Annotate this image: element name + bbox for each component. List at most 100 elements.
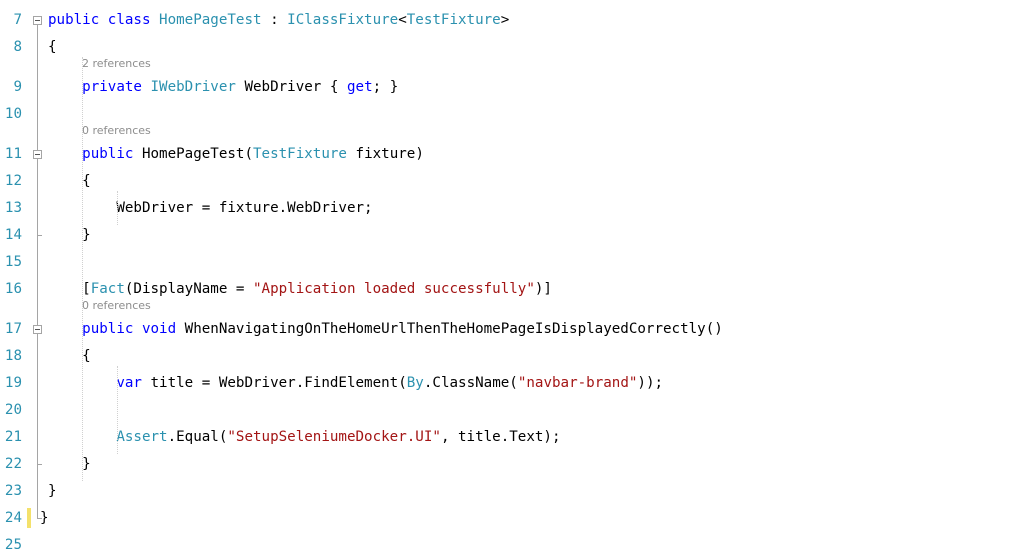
codelens-hint[interactable]: 0 references bbox=[0, 124, 1024, 137]
codelens-label[interactable]: 2 references bbox=[82, 57, 151, 70]
code-line[interactable]: 14 } bbox=[0, 218, 1024, 245]
code-line[interactable]: 20 bbox=[0, 393, 1024, 420]
codelens-hint[interactable]: 2 references bbox=[0, 57, 1024, 70]
code-token: } bbox=[48, 483, 57, 499]
codelens-hint[interactable]: 0 references bbox=[0, 299, 1024, 312]
code-text: [Fact(DisplayName = "Application loaded … bbox=[48, 279, 552, 299]
code-token: > bbox=[500, 12, 510, 28]
codelens-label[interactable]: 0 references bbox=[82, 299, 151, 312]
code-token: (DisplayName = bbox=[124, 281, 254, 297]
code-token: TestFixture bbox=[406, 12, 501, 28]
line-number: 7 bbox=[13, 12, 22, 28]
code-token: "SetupSeleniumeDocker.UI" bbox=[227, 429, 441, 445]
code-token: ; } bbox=[372, 79, 399, 95]
line-number: 24 bbox=[4, 510, 22, 526]
line-number: 12 bbox=[4, 173, 22, 189]
code-text: public void WhenNavigatingOnTheHomeUrlTh… bbox=[48, 319, 723, 339]
code-token: HomePageTest( bbox=[141, 146, 254, 162]
code-token: HomePageTest bbox=[159, 12, 262, 28]
code-line[interactable]: 15 bbox=[0, 245, 1024, 272]
code-token: TestFixture bbox=[253, 146, 347, 162]
line-number: 17 bbox=[4, 321, 22, 337]
code-line[interactable]: 22 } bbox=[0, 447, 1024, 474]
code-editor[interactable]: 1 reference7public class HomePageTest : … bbox=[0, 0, 1024, 555]
codelens-text: 0 references bbox=[48, 299, 151, 312]
line-number: 19 bbox=[4, 375, 22, 391]
line-number: 13 bbox=[4, 200, 22, 216]
code-token: WebDriver { bbox=[235, 79, 347, 95]
code-token: < bbox=[398, 12, 407, 28]
line-number: 22 bbox=[4, 456, 22, 472]
code-token: By bbox=[406, 375, 424, 391]
code-token: Fact bbox=[90, 281, 125, 297]
codelens-text: 0 references bbox=[48, 124, 151, 137]
code-token: [ bbox=[48, 281, 91, 297]
indent-guide bbox=[117, 191, 118, 225]
code-token: .ClassName( bbox=[423, 375, 518, 391]
outline-end bbox=[37, 464, 42, 465]
code-token: )] bbox=[534, 281, 552, 297]
line-number: 18 bbox=[4, 348, 22, 364]
code-text: Assert.Equal("SetupSeleniumeDocker.UI", … bbox=[48, 427, 560, 447]
code-line[interactable]: 18 { bbox=[0, 339, 1024, 366]
code-text: public HomePageTest(TestFixture fixture) bbox=[48, 144, 424, 164]
code-line[interactable]: 13 WebDriver = fixture.WebDriver; bbox=[0, 191, 1024, 218]
code-line[interactable]: 7 public class HomePageTest : IClassFixtu… bbox=[0, 3, 1024, 30]
code-text: private IWebDriver WebDriver { get; } bbox=[48, 77, 398, 97]
code-token: } bbox=[48, 456, 91, 472]
code-token: )); bbox=[637, 375, 664, 391]
code-text: } bbox=[48, 225, 91, 245]
code-token: "Application loaded successfully" bbox=[253, 281, 535, 297]
line-number: 14 bbox=[4, 227, 22, 243]
code-token: get bbox=[346, 79, 373, 95]
code-text: { bbox=[48, 171, 91, 191]
code-text: } bbox=[48, 454, 91, 474]
indent-guide bbox=[117, 366, 118, 454]
code-line[interactable]: 12 { bbox=[0, 164, 1024, 191]
collapse-toggle-icon[interactable] bbox=[33, 325, 42, 334]
code-line[interactable]: 10 bbox=[0, 97, 1024, 124]
line-number: 9 bbox=[13, 79, 22, 95]
code-token: { bbox=[48, 39, 57, 55]
outline-end bbox=[37, 518, 42, 519]
code-token: fixture) bbox=[346, 146, 424, 162]
outline-line bbox=[37, 334, 38, 464]
indent-guide bbox=[82, 57, 83, 481]
code-line[interactable]: 11 public HomePageTest(TestFixture fixtu… bbox=[0, 137, 1024, 164]
code-token: } bbox=[48, 227, 91, 243]
collapse-toggle-icon[interactable] bbox=[33, 150, 42, 159]
code-line[interactable]: 8{ bbox=[0, 30, 1024, 57]
line-number: 21 bbox=[4, 429, 22, 445]
collapse-toggle-icon[interactable] bbox=[33, 16, 42, 25]
code-text: var title = WebDriver.FindElement(By.Cla… bbox=[48, 373, 663, 393]
code-line[interactable]: 17 public void WhenNavigatingOnTheHomeUr… bbox=[0, 312, 1024, 339]
code-text: { bbox=[48, 37, 57, 57]
code-line[interactable]: 21 Assert.Equal("SetupSeleniumeDocker.UI… bbox=[0, 420, 1024, 447]
code-token: private bbox=[82, 79, 151, 95]
code-line[interactable]: 19 var title = WebDriver.FindElement(By.… bbox=[0, 366, 1024, 393]
code-token: { bbox=[48, 348, 91, 364]
code-line[interactable]: 23} bbox=[0, 474, 1024, 501]
code-token: "navbar-brand" bbox=[517, 375, 638, 391]
line-number: 10 bbox=[4, 106, 22, 122]
code-line[interactable]: 9 private IWebDriver WebDriver { get; } bbox=[0, 70, 1024, 97]
code-token: IClassFixture bbox=[287, 12, 399, 28]
code-token: : bbox=[261, 12, 288, 28]
line-number: 16 bbox=[4, 281, 22, 297]
line-number: 8 bbox=[13, 39, 22, 55]
code-line[interactable]: 25 bbox=[0, 528, 1024, 555]
line-number: 11 bbox=[4, 146, 22, 162]
code-token: var bbox=[116, 375, 151, 391]
code-line[interactable]: 24} bbox=[0, 501, 1024, 528]
line-number: 25 bbox=[4, 537, 22, 553]
codelens-label[interactable]: 0 references bbox=[82, 124, 151, 137]
code-text: } bbox=[48, 481, 57, 501]
line-number: 23 bbox=[4, 483, 22, 499]
code-line[interactable]: 16 [Fact(DisplayName = "Application load… bbox=[0, 272, 1024, 299]
code-text: public class HomePageTest : IClassFixtur… bbox=[48, 10, 509, 30]
codelens-text: 2 references bbox=[48, 57, 151, 70]
code-token: public class bbox=[48, 12, 160, 28]
code-token: WebDriver = fixture.WebDriver; bbox=[48, 200, 373, 216]
